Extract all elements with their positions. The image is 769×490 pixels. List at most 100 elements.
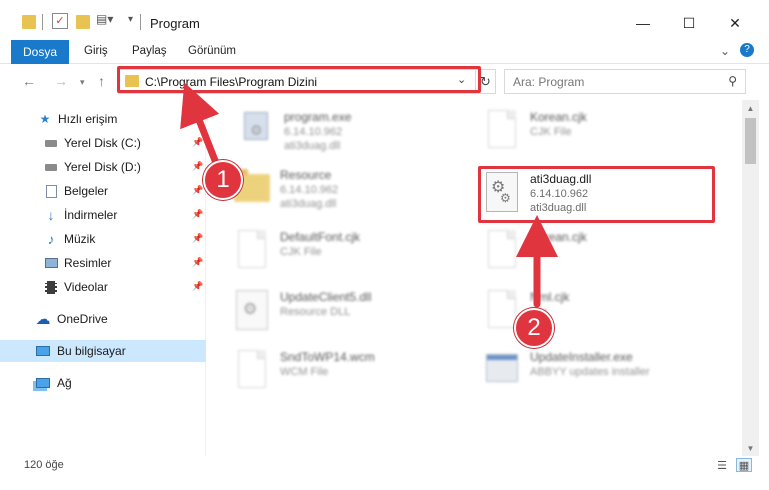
help-icon[interactable]: ? [740,43,754,57]
file-item[interactable]: UpdateInstaller.exe ABBYY updates instal… [482,348,712,398]
pin-icon[interactable]: 📌 [192,233,203,244]
file-item[interactable]: ⚙ program.exe 6.14.10.962 ati3duag.dll [236,108,466,158]
scroll-down-icon[interactable]: ▼ [742,440,759,456]
maximize-icon[interactable]: ☐ [674,10,704,36]
gear-icon: ⚙ [243,301,258,318]
file-item[interactable]: DefaultFont.cjk CJK File [232,228,462,278]
vertical-scrollbar[interactable]: ▲ ▼ [742,100,759,456]
sidebar-item-music[interactable]: ♪ Müzik 📌 [0,228,206,250]
address-bar[interactable]: C:\Program Files\Program Dizini ⌄ ↻ [118,69,496,94]
dll-icon: ⚙ [232,288,272,332]
pin-icon[interactable]: 📌 [192,185,203,196]
file-type: ABBYY updates installer [530,366,650,378]
minimize-icon[interactable]: — [628,10,658,36]
sidebar-item-this-pc[interactable]: Bu bilgisayar [0,340,206,362]
exe-icon [482,348,522,392]
file-name: SndToWP14.wcm [280,350,375,364]
sidebar-item-label: Bu bilgisayar [57,344,126,358]
exe-icon: ⚙ [236,108,276,152]
properties-icon[interactable]: ✓ [52,13,68,29]
new-folder-icon[interactable] [76,15,90,29]
file-icon [482,108,522,152]
file-name: Korean.cjk [530,230,587,244]
up-arrow-icon[interactable]: ↑ [98,73,105,89]
refresh-icon[interactable]: ↻ [475,70,495,93]
download-icon: ↓ [47,207,55,223]
customize-toolbar-icon[interactable]: ▤▾ [96,12,113,30]
sidebar-item-quick-access[interactable]: ★ Hızlı erişim [0,108,206,130]
sidebar-item-local-disk-d[interactable]: Yerel Disk (D:) 📌 [0,156,206,178]
tab-view[interactable]: Görünüm [188,45,236,57]
file-version: 6.14.10.962 [530,188,589,200]
sidebar-item-videos[interactable]: Videolar 📌 [0,276,206,298]
documents-icon [44,184,58,198]
tab-home[interactable]: Giriş [84,45,108,57]
folder-icon [22,15,36,29]
scroll-thumb[interactable] [745,118,756,164]
large-icons-view-icon[interactable]: ▦ [736,458,752,472]
forward-arrow-icon[interactable]: → [54,73,68,89]
pin-icon[interactable]: 📌 [192,137,203,148]
pin-icon[interactable]: 📌 [192,209,203,220]
pictures-icon [44,256,58,270]
details-view-icon[interactable]: ☰ [714,458,730,472]
music-icon: ♪ [47,231,55,247]
search-box[interactable]: Ara: Program ⚲ [504,69,746,94]
file-name: program.exe [284,110,352,124]
quick-access-separator [42,14,43,30]
file-description: ati3duag.dll [280,198,337,210]
file-version: 6.14.10.962 [284,126,343,138]
title-bar: ✓ ▤▾ ▾ Program — ☐ ✕ [0,0,769,40]
navigation-bar: ← → ▾ ↑ C:\Program Files\Program Dizini … [0,64,769,100]
sidebar-item-downloads[interactable]: ↓ İndirmeler 📌 [0,204,206,226]
sidebar-item-label: Belgeler [64,184,109,198]
sidebar-item-documents[interactable]: Belgeler 📌 [0,180,206,202]
expand-ribbon-icon[interactable]: ⌄ [720,44,730,58]
sidebar-item-label: Resimler [64,256,112,270]
search-input[interactable]: Ara: Program [513,75,584,89]
file-item[interactable]: ⚙ UpdateClient5.dll Resource DLL [232,288,462,338]
dll-icon: ⚙ ⚙ [482,170,522,214]
toolbar-dropdown-icon[interactable]: ▾ [128,14,133,32]
file-name: Resource [280,168,332,182]
pin-icon[interactable]: 📌 [192,257,203,268]
cloud-icon: ☁ [35,311,51,328]
sidebar-item-pictures[interactable]: Resimler 📌 [0,252,206,274]
sidebar-item-local-disk-c[interactable]: Yerel Disk (C:) 📌 [0,132,206,154]
sidebar-item-label: Yerel Disk (D:) [64,160,141,174]
file-item[interactable]: Korean.cjk CJK File [482,108,712,158]
tab-file[interactable]: Dosya [11,40,69,64]
file-list: ⚙ program.exe 6.14.10.962 ati3duag.dll K… [206,100,742,456]
file-name: ati3duag.dll [530,172,592,186]
file-icon [482,228,522,272]
pin-icon[interactable]: 📌 [192,161,203,172]
file-item[interactable]: Resource 6.14.10.962 ati3duag.dll [232,166,462,216]
chevron-down-icon[interactable]: ⌄ [457,73,466,86]
file-item[interactable]: Korean.cjk [482,228,712,278]
pin-icon[interactable]: 📌 [192,281,203,292]
file-description: ati3duag.dll [284,140,341,152]
back-arrow-icon[interactable]: ← [22,73,36,89]
close-icon[interactable]: ✕ [720,10,750,36]
step-badge-2: 2 [514,308,554,348]
tab-share[interactable]: Paylaş [132,45,167,57]
file-item[interactable]: SndToWP14.wcm WCM File [232,348,462,398]
sidebar-item-label: Ağ [57,376,72,390]
file-type: Resource DLL [280,306,351,318]
sidebar-item-label: Yerel Disk (C:) [64,136,141,150]
recent-locations-icon[interactable]: ▾ [80,77,85,88]
search-icon[interactable]: ⚲ [728,74,737,88]
sidebar-item-network[interactable]: Ağ [0,372,206,394]
drive-icon [44,160,58,174]
file-name: DefaultFont.cjk [280,230,361,244]
network-icon [36,376,50,390]
file-name: Nml.cjk [530,290,570,304]
sidebar-item-onedrive[interactable]: ☁ OneDrive [0,308,206,330]
file-item-ati3duag-dll[interactable]: ⚙ ⚙ ati3duag.dll 6.14.10.962 ati3duag.dl… [482,170,712,220]
address-path[interactable]: C:\Program Files\Program Dizini [145,75,317,89]
drive-icon [44,136,58,150]
file-name: UpdateClient5.dll [280,290,372,304]
title-separator [140,14,141,30]
gear-icon: ⚙ [250,122,263,138]
scroll-up-icon[interactable]: ▲ [742,100,759,116]
